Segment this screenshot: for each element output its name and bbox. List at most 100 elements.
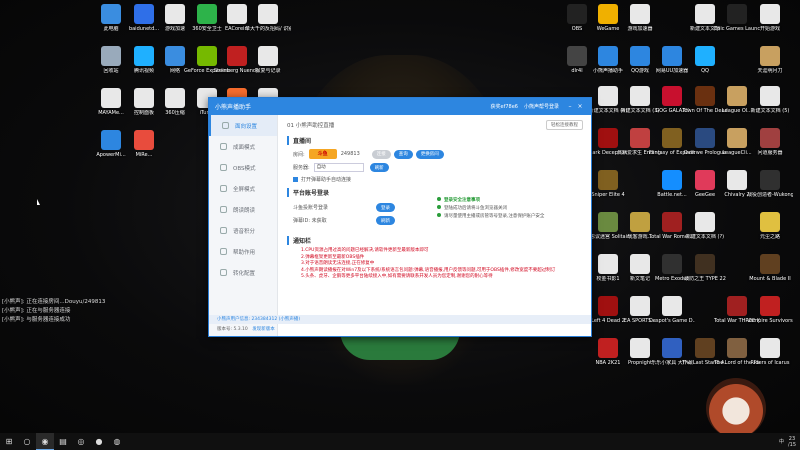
sidebar-item[interactable]: 语音积分 — [209, 220, 277, 241]
app-icon — [134, 4, 154, 24]
desktop-icon[interactable]: Vampire Survivors — [747, 296, 793, 324]
danmu-refresh-button[interactable]: 刷新 — [376, 216, 395, 225]
ime-indicator[interactable]: 中 — [779, 438, 784, 445]
room-row: 房间: 斗鱼 249813 连接 查询 更换房间 — [287, 149, 583, 159]
desktop: 此电脑 baidunetd... 游戏加速 360安全卫士 EACoreini 单大千的反… — [0, 0, 800, 433]
app-icon — [227, 4, 247, 24]
app-window: 小熊声播助手 获奖ef78e6 小熊声帮号登录 – × 面向设置 成面模式 OBS模… — [208, 97, 592, 337]
security-item: 请尽量使用主播或房管等号登录,注意保护账户安全 — [437, 213, 544, 221]
app-icon — [630, 212, 650, 232]
platform-section-title: 平台账号登录 — [287, 188, 583, 197]
refresh-server-button[interactable]: 刷新 — [369, 163, 389, 172]
app-icon — [727, 128, 747, 148]
sidebar-item[interactable]: 成面模式 — [209, 136, 277, 157]
app-icon — [165, 88, 185, 108]
close-icon[interactable]: × — [575, 103, 585, 110]
app-icon — [662, 254, 682, 274]
desktop-icon-label: Mount & Blade II — [749, 276, 791, 282]
app-icon — [695, 254, 715, 274]
auto-connect-row: 打开弹幕助手自动连接 — [287, 176, 583, 183]
new-version-link[interactable]: 发现新版本 — [252, 327, 275, 332]
auto-connect-checkbox[interactable] — [293, 177, 298, 182]
desktop-icon-label: 破防之王 TYPE 22 — [684, 276, 726, 282]
app-icon — [695, 86, 715, 106]
app-icon — [630, 338, 650, 358]
switch-room-button[interactable]: 更换房间 — [415, 149, 444, 159]
sidebar-item-label: 全屏模式 — [233, 186, 256, 193]
clock[interactable]: 23 /15 — [788, 436, 796, 448]
desktop-icon[interactable]: 报复与记录 — [245, 46, 291, 74]
desktop-icon[interactable]: 新建文本文档 (5) — [747, 86, 793, 114]
desktop-icon-label: Despot's Game D... — [649, 318, 695, 324]
sidebar-item-icon — [220, 185, 227, 192]
account-label[interactable]: 获奖ef78e6 — [491, 103, 518, 110]
desktop-icon[interactable]: 单大千的反招码/ 识别 — [245, 4, 291, 32]
app-icon — [101, 4, 121, 24]
app-icon — [727, 338, 747, 358]
desktop-icon[interactable]: Mount & Blade II — [747, 254, 793, 282]
taskbar: ⊞ ○ ◉ ▤ ◎ ● ◍ 中 23 /15 — [0, 433, 800, 450]
sidebar-item-icon — [220, 143, 227, 150]
sidebar-item-icon — [220, 206, 227, 213]
search-icon[interactable]: ○ — [18, 433, 36, 450]
wechat-icon[interactable]: ● — [90, 433, 108, 450]
sidebar-item-label: 语音积分 — [233, 228, 256, 235]
account-login-link[interactable]: 小熊声帮号登录 — [524, 103, 559, 110]
windows-icon[interactable]: ⊞ — [0, 433, 18, 450]
app-icon — [134, 130, 154, 150]
security-notes: 登录安全注意事项 登陆成功后请将斗鱼浏览器关闭 请尽量使用主播或房管等号登录,注… — [437, 197, 544, 221]
desktop-icon[interactable]: 破防之王 TYPE 22 — [682, 254, 728, 282]
app-taskbar-icon[interactable]: ◉ — [36, 433, 54, 450]
overlay-log: [小熊声]: 正在连接房间...Douyu/249813 [小熊声]: 正在与服… — [2, 298, 105, 325]
server-select[interactable]: 自动 — [313, 163, 364, 172]
app-icon — [662, 46, 682, 66]
sidebar-item[interactable]: 帮助作用 — [209, 241, 277, 262]
desktop-icon[interactable]: 问道服务器 — [747, 128, 793, 156]
desktop-icon[interactable]: QQ — [682, 46, 728, 74]
desktop-icon[interactable]: 天涯明月刀 — [747, 46, 793, 74]
app-icon — [101, 130, 121, 150]
notice-list: 1.CPU资源占用过高的问题已经解决,请软件更新至最新版本即可 2.弹幕框架更新… — [287, 248, 583, 281]
check-button[interactable]: 查询 — [393, 149, 413, 159]
streamer-avatar — [706, 378, 766, 433]
desktop-icon[interactable]: 新建文本文档 (?) — [682, 212, 728, 240]
douyu-login-button[interactable]: 登录 — [376, 203, 395, 212]
app-icon — [662, 128, 682, 148]
sidebar-item[interactable]: OBS模式 — [209, 157, 277, 178]
sidebar-item[interactable]: 朗读朗读 — [209, 199, 277, 220]
app-icon — [760, 128, 780, 148]
mouse-cursor-icon — [37, 199, 40, 205]
app-icon — [630, 46, 650, 66]
server-row: 服务器: 自动 刷新 — [287, 163, 583, 172]
desktop-icon[interactable]: Despot's Game D... — [649, 296, 695, 324]
live-section-title: 直播间 — [287, 136, 583, 145]
app-icon — [695, 46, 715, 66]
sidebar-item-icon — [220, 164, 227, 171]
connect-button[interactable]: 连接 — [371, 149, 391, 159]
app-icon — [760, 170, 780, 190]
sidebar-item-label: 朗读朗读 — [233, 207, 256, 214]
app-icon — [760, 86, 780, 106]
sidebar-item[interactable]: 面向设置 — [209, 115, 277, 136]
app-icon — [134, 46, 154, 66]
help-button[interactable]: 轻松连接教程 — [546, 120, 583, 130]
main-panel: 01 小熊声助控直播 轻松连接教程 直播间 房间: 斗鱼 249813 连接 查… — [279, 115, 591, 336]
desktop-icon-label: QQ — [701, 68, 709, 74]
security-title: 登录安全注意事项 — [437, 197, 544, 205]
desktop-icon[interactable]: MiRe... — [121, 130, 167, 158]
sidebar-item[interactable]: 全屏模式 — [209, 178, 277, 199]
room-label: 房间: — [293, 151, 305, 158]
sidebar-item-icon — [222, 122, 229, 129]
desktop-icon[interactable]: 战役创造者-Wukong — [747, 170, 793, 198]
obs-icon[interactable]: ◍ — [108, 433, 126, 450]
desktop-icon[interactable]: Riders of Icarus — [747, 338, 793, 366]
app-icon — [101, 88, 121, 108]
explorer-icon[interactable]: ▤ — [54, 433, 72, 450]
minimize-icon[interactable]: – — [565, 103, 575, 110]
steam-icon[interactable]: ◎ — [72, 433, 90, 450]
sidebar-item[interactable]: 转化配置 — [209, 262, 277, 283]
desktop-icon[interactable]: 开始游戏 — [747, 4, 793, 32]
desktop-icon[interactable]: 元尘之路 — [747, 212, 793, 240]
desktop-icon[interactable]: 游戏加速器 — [617, 4, 663, 32]
breadcrumb-text: 01 小熊声助控直播 — [287, 123, 335, 129]
